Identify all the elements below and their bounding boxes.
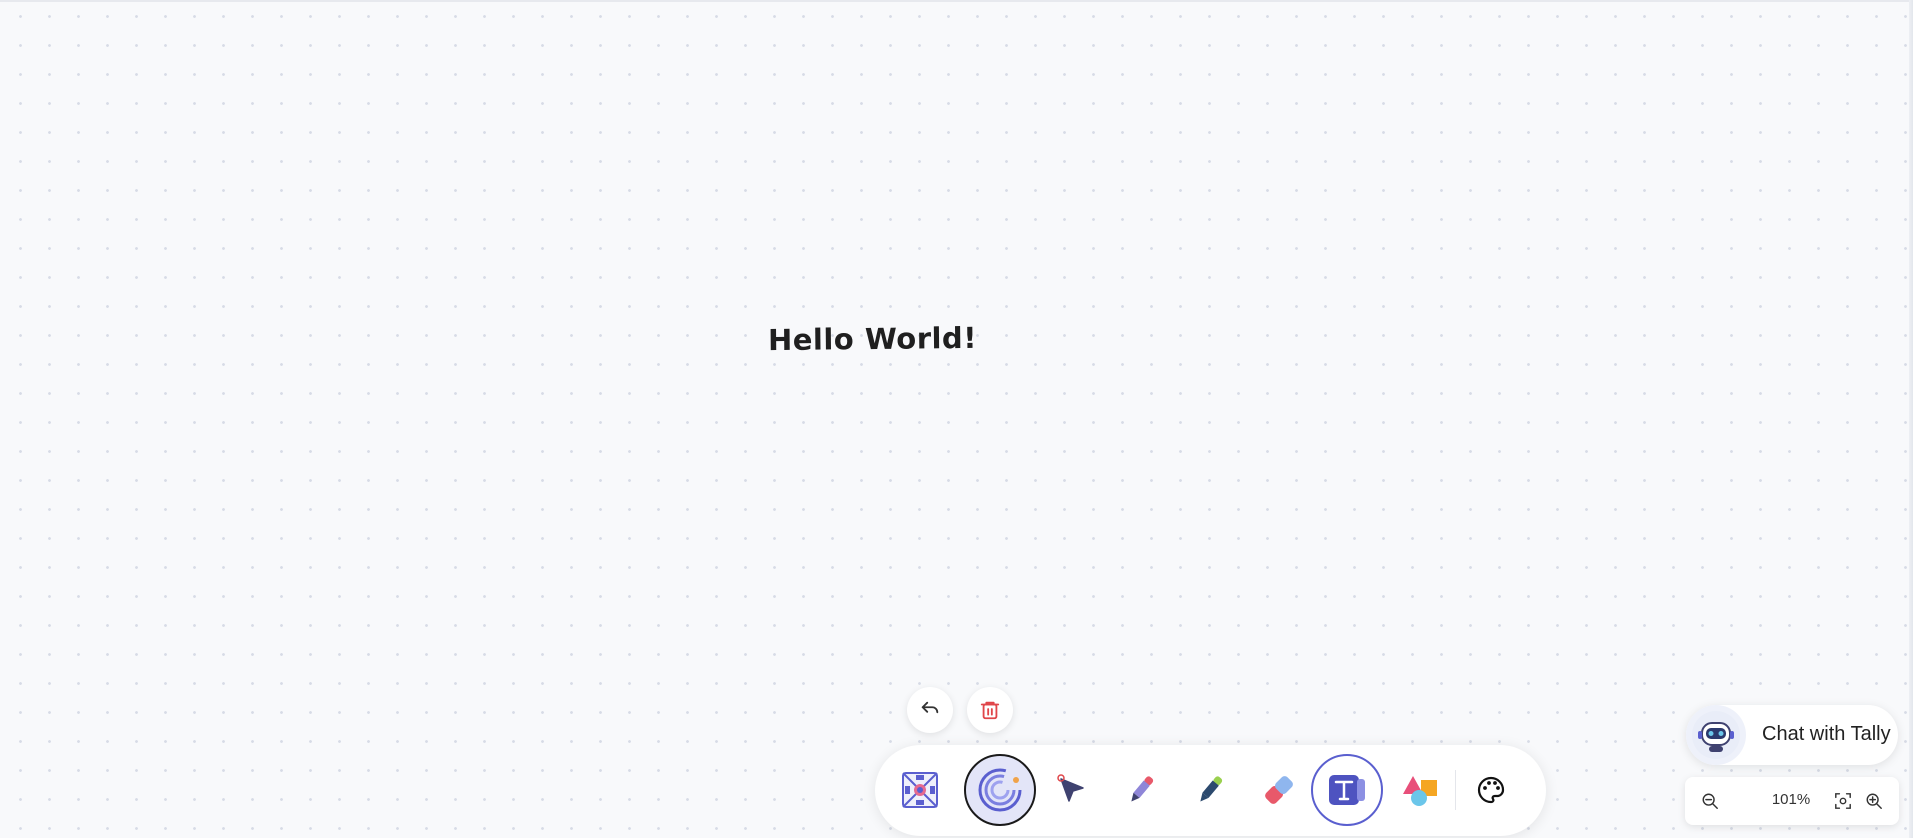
zoom-in-icon [1866,793,1882,809]
zoom-out-icon [1702,793,1718,809]
shapes-icon [1403,776,1437,806]
canvas-text-element[interactable]: Hello World! [768,321,977,357]
trash-icon [980,701,1000,720]
chat-with-tally-button[interactable]: Chat with Tally [1686,705,1898,765]
shapes-tool-button[interactable] [1391,760,1451,820]
cursor-icon [1057,774,1084,802]
scrollbar-track[interactable] [1909,0,1913,838]
fit-screen-icon [1835,793,1851,809]
eraser-tool-button[interactable] [1249,760,1309,820]
toolbar-divider [1455,770,1456,810]
highlighter-tool-button[interactable] [1180,760,1240,820]
color-tool-button[interactable] [1461,760,1521,820]
tally-avatar [1686,705,1746,765]
window-top-edge [0,0,1913,2]
zoom-controls: 101% [1685,777,1899,825]
laser-tool-button[interactable] [964,754,1036,826]
robot-icon [1692,711,1740,759]
pen-tool-button[interactable] [1111,760,1171,820]
eraser-icon [1265,776,1293,804]
palette-icon [1477,776,1505,804]
chat-label: Chat with Tally [1762,723,1891,745]
zoom-in-button[interactable] [1859,786,1889,816]
mosaic-icon [902,772,938,808]
text-icon [1329,775,1365,805]
delete-button[interactable] [967,687,1013,733]
undo-icon [921,701,939,714]
zoom-level: 101% [1771,791,1811,808]
pen-icon [1131,776,1154,802]
ai-tool-button[interactable] [890,760,950,820]
drawing-toolbar [875,745,1546,836]
spiral-icon [978,768,1022,812]
highlighter-icon [1200,776,1223,802]
undo-button[interactable] [907,687,953,733]
select-tool-button[interactable] [1042,760,1102,820]
zoom-out-button[interactable] [1695,786,1725,816]
fit-screen-button[interactable] [1828,786,1858,816]
text-tool-button[interactable] [1311,754,1383,826]
